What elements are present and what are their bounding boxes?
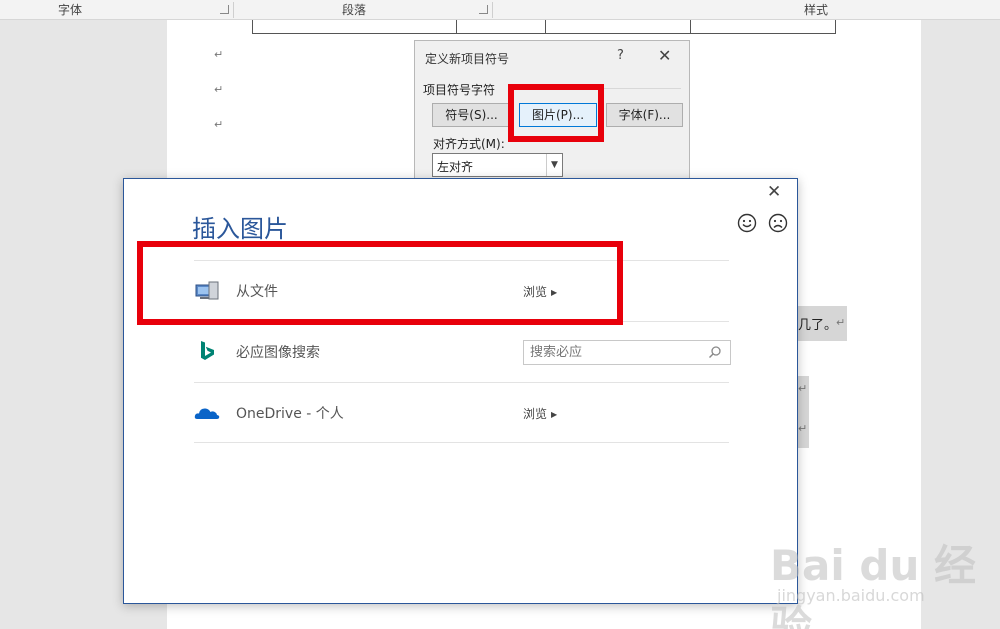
chevron-down-icon[interactable]: ▼ (546, 154, 562, 176)
symbol-button[interactable]: 符号(S)... (432, 103, 511, 127)
dialog-title: 插入图片 (192, 215, 288, 243)
paragraph-mark: ↵ (836, 316, 846, 329)
bing-image-search-row: 必应图像搜索 (194, 321, 731, 382)
close-icon[interactable]: ✕ (658, 46, 671, 65)
bing-search-box[interactable] (523, 340, 731, 365)
document-table-bottom (252, 20, 836, 34)
bing-icon (201, 341, 214, 360)
alignment-select[interactable]: 左对齐 ▼ (432, 153, 563, 177)
frown-icon[interactable] (768, 213, 788, 233)
close-icon[interactable]: ✕ (767, 182, 781, 202)
dialog-title: 定义新项目符号 (425, 52, 510, 66)
paragraph-mark: ↵ (214, 118, 224, 131)
bing-image-search-label: 必应图像搜索 (236, 345, 320, 361)
baidu-watermark-url: jingyan.baidu.com (777, 586, 925, 605)
alignment-value: 左对齐 (437, 160, 474, 174)
paragraph-mark: ↵ (214, 83, 224, 96)
ribbon-separator (492, 2, 493, 18)
paragraph-dialog-launcher-icon[interactable] (479, 5, 488, 14)
ribbon-group-labels: 字体 段落 样式 (0, 0, 1000, 20)
onedrive-row[interactable]: OneDrive - 个人 浏览 ▶ (194, 382, 729, 443)
browse-link[interactable]: 浏览 ▶ (523, 405, 557, 422)
font-group-label: 字体 (57, 3, 82, 17)
paragraph-mark: ↵ (798, 382, 808, 395)
highlighted-text: 几了。 (798, 318, 838, 333)
play-arrow-icon: ▶ (551, 410, 558, 419)
bing-search-input[interactable] (524, 341, 704, 364)
font-dialog-launcher-icon[interactable] (220, 5, 229, 14)
paragraph-group-label: 段落 (341, 3, 366, 17)
ribbon-separator (233, 2, 234, 18)
paragraph-mark: ↵ (214, 48, 224, 61)
bullet-character-group-label: 项目符号字符 (423, 83, 496, 97)
baidu-watermark: Bai du 经验 (770, 541, 976, 629)
alignment-label: 对齐方式(M): (433, 137, 505, 151)
paragraph-mark: ↵ (798, 422, 808, 435)
onedrive-label: OneDrive - 个人 (236, 406, 344, 422)
annotation-box-from-file (137, 241, 623, 325)
styles-group-label: 样式 (803, 3, 828, 17)
smile-icon[interactable] (737, 213, 757, 233)
search-icon[interactable] (708, 345, 722, 359)
font-button[interactable]: 字体(F)... (606, 103, 683, 127)
onedrive-icon (194, 408, 220, 419)
help-button[interactable]: ? (617, 48, 624, 63)
annotation-box-picture-button (508, 84, 604, 142)
